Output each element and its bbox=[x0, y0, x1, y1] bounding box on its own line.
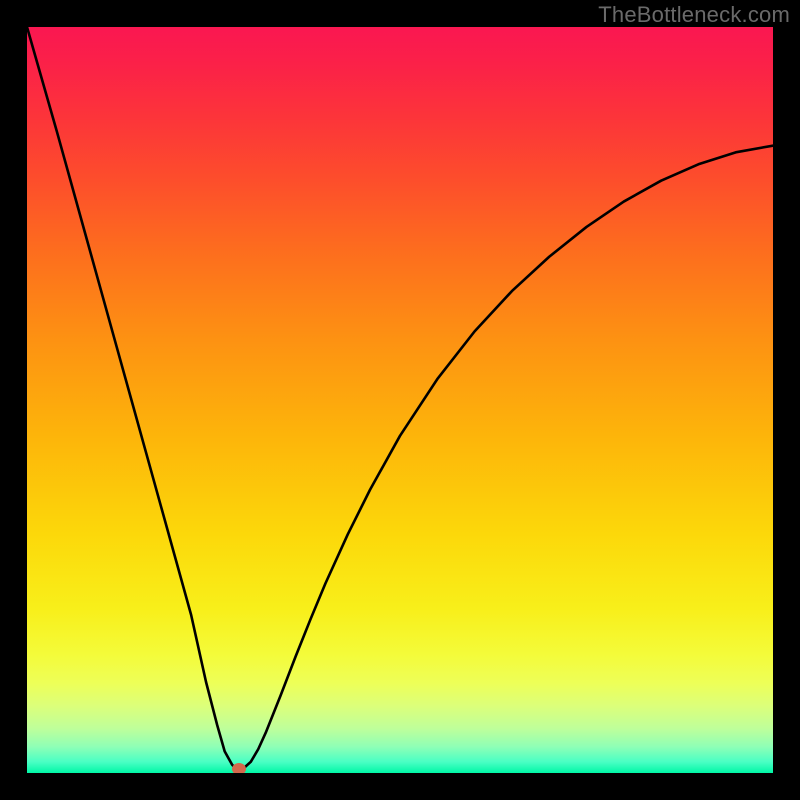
bottleneck-curve bbox=[27, 27, 773, 769]
optimal-point-marker bbox=[232, 763, 246, 773]
chart-frame: TheBottleneck.com bbox=[0, 0, 800, 800]
plot-area bbox=[27, 27, 773, 773]
watermark-text: TheBottleneck.com bbox=[598, 2, 790, 28]
curve-layer bbox=[27, 27, 773, 773]
